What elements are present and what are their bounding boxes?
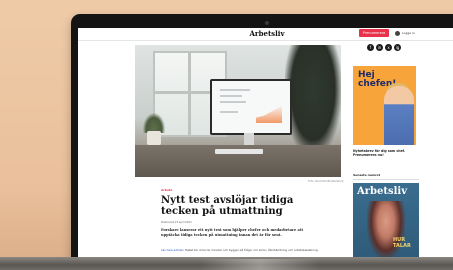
site-header: Arbetsliv Prenumerera Logga in [78,28,453,41]
subscribe-button[interactable]: Prenumerera [359,29,389,37]
webcam-icon [265,21,269,25]
ad-caption[interactable]: Nyhetsbrev för dig som chef. Prenumerera… [353,149,419,157]
monitor-ui-line [220,95,242,97]
scene: Arbetsliv Prenumerera Logga in f in x ig [0,0,453,270]
newsletter-ad[interactable]: Hej chefen! [353,66,416,145]
magazine-cover[interactable]: Arbetsliv HUR TALAR [353,183,419,262]
monitor-illustration [210,79,292,135]
ad-person-illustration [384,86,414,145]
window-mullion [188,53,191,135]
divider [353,179,419,180]
latest-issue-label: Senaste numret [353,173,380,177]
plant-pot [147,131,161,145]
instagram-icon[interactable]: ig [394,44,401,51]
facebook-icon[interactable]: f [367,44,374,51]
keyboard-illustration [215,149,263,154]
monitor-ui-line [220,111,238,113]
laptop-screen: Arbetsliv Prenumerera Logga in f in x ig [78,28,453,262]
article-body: Läs hela artikeln Testet tar cirka tio m… [161,248,321,253]
article-lead: Forskare lanserar ett nytt test som hjäl… [161,228,304,237]
user-icon[interactable] [395,31,400,36]
x-icon[interactable]: x [385,44,392,51]
hero-caption: Foto: Stockfoto/Shutterstock [308,180,344,183]
article-byline: Publicerad 23 april 2024 [161,221,192,224]
login-link[interactable]: Logga in [402,31,415,35]
monitor-ui-line [220,101,246,103]
article-headline: Nytt test avslöjar tidiga tecken på utma… [161,195,294,217]
social-links: f in x ig [367,44,401,52]
monitor-ui-line [220,89,250,91]
cover-badge: HUR TALAR [393,237,411,249]
monitor-stand [244,133,254,145]
article-body-text: Testet tar cirka tio minuter och bygger … [184,248,319,252]
linkedin-icon[interactable]: in [376,44,383,51]
site-logo[interactable]: Arbetsliv [219,29,315,38]
hero-image [135,45,341,177]
article-link[interactable]: Läs hela artikeln [161,248,184,252]
monitor-chart [256,105,282,123]
plant-shadow [285,45,341,155]
plant-leaves [143,113,165,133]
base-highlight [200,259,320,270]
cover-masthead: Arbetsliv [357,186,408,197]
article-kicker[interactable]: Arbete [161,188,172,192]
